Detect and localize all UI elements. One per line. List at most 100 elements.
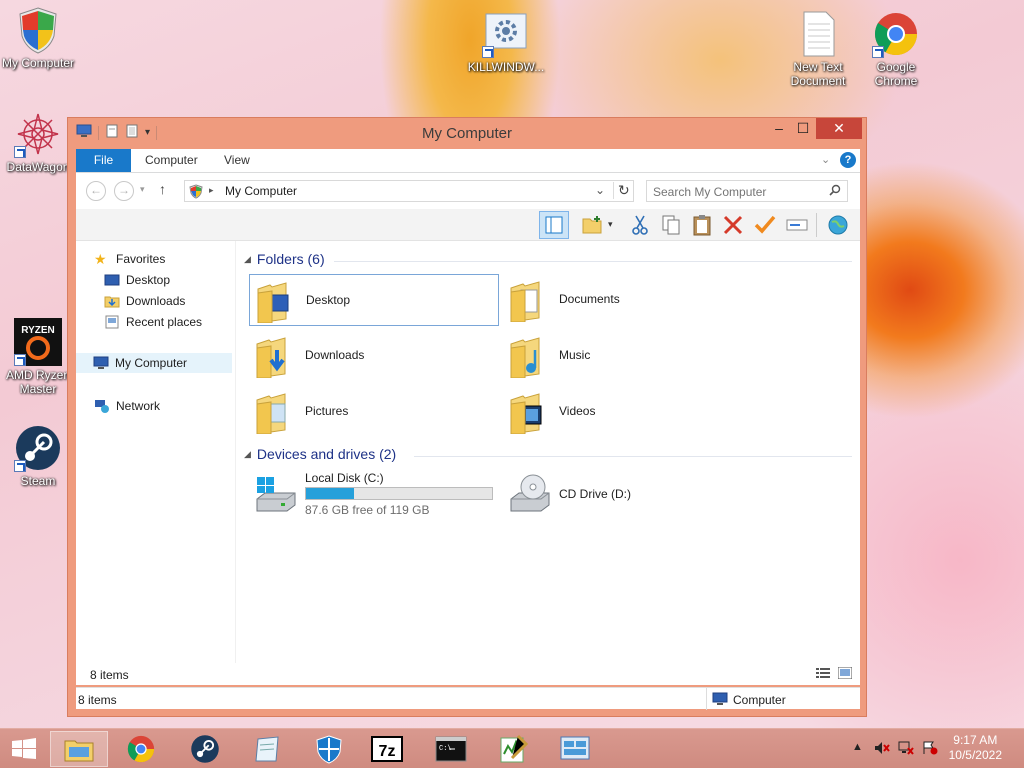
help-icon[interactable]: ? bbox=[840, 152, 856, 168]
group-header-folders[interactable]: ◢ Folders (6) bbox=[244, 251, 325, 267]
folder-label: Music bbox=[559, 348, 591, 362]
downloads-icon bbox=[104, 294, 120, 308]
steam-icon bbox=[14, 424, 62, 472]
group-header-devices[interactable]: ◢ Devices and drives (2) bbox=[244, 446, 396, 462]
nav-label: Desktop bbox=[126, 273, 171, 287]
folder-tile-documents[interactable]: Documents bbox=[503, 274, 753, 326]
taskbar-command-prompt[interactable]: C:\ bbox=[422, 731, 480, 767]
group-header-label: Devices and drives (2) bbox=[256, 446, 397, 462]
recent-locations-icon[interactable]: ▾ bbox=[140, 184, 145, 195]
shortcut-arrow-icon bbox=[14, 354, 26, 366]
delete-icon[interactable] bbox=[721, 214, 745, 236]
chrome-icon bbox=[127, 735, 155, 763]
defender-shield-icon bbox=[316, 735, 342, 764]
tab-computer[interactable]: Computer bbox=[132, 149, 211, 172]
notepad-plus-plus-icon bbox=[500, 734, 528, 763]
new-folder-icon[interactable] bbox=[581, 214, 605, 236]
details-view-icon[interactable] bbox=[816, 667, 830, 682]
rename-icon[interactable] bbox=[785, 214, 809, 236]
up-button[interactable]: ↑ bbox=[159, 181, 166, 197]
search-input[interactable] bbox=[653, 182, 823, 201]
new-folder-dropdown-icon[interactable]: ▾ bbox=[608, 219, 613, 230]
close-button[interactable]: ✕ bbox=[816, 118, 862, 139]
gear-window-icon bbox=[482, 10, 530, 58]
taskbar-chrome[interactable] bbox=[112, 731, 170, 767]
pictures-folder-icon bbox=[256, 393, 286, 434]
taskbar-notepad[interactable] bbox=[238, 731, 296, 767]
show-hidden-icons-icon[interactable]: ▲ bbox=[852, 741, 863, 753]
navigation-pane: ★ Favorites Desktop Downloads Recent pla… bbox=[76, 241, 236, 685]
status-zone: Computer bbox=[733, 693, 786, 707]
drive-tile-cd-drive-d[interactable]: CD Drive (D:) bbox=[503, 469, 753, 521]
desktop-icon-killwindows[interactable]: KILLWINDW... bbox=[466, 10, 546, 74]
volume-muted-icon[interactable] bbox=[874, 741, 890, 758]
copy-icon[interactable] bbox=[659, 214, 683, 236]
maximize-button[interactable]: ☐ bbox=[786, 118, 820, 139]
folder-tile-downloads[interactable]: Downloads bbox=[249, 330, 499, 382]
shortcut-arrow-icon bbox=[872, 46, 884, 58]
collapse-icon[interactable]: ◢ bbox=[244, 254, 251, 265]
desktop-icon-new-text-document[interactable]: New Text Document bbox=[778, 10, 858, 88]
checkmark-icon[interactable] bbox=[753, 214, 777, 236]
desktop-icon-my-computer[interactable]: My Computer bbox=[0, 6, 78, 70]
search-box[interactable] bbox=[646, 180, 848, 202]
preview-pane-button[interactable] bbox=[539, 211, 569, 239]
desktop-icon-label: New Text Document bbox=[790, 60, 846, 88]
drive-usage-fill bbox=[306, 488, 355, 499]
taskbar-file-explorer[interactable] bbox=[50, 731, 108, 767]
taskbar-7zip[interactable]: 7z bbox=[358, 731, 416, 767]
taskbar-windows-defender[interactable] bbox=[300, 731, 358, 767]
action-center-flag-icon[interactable] bbox=[922, 741, 938, 758]
collapse-icon[interactable]: ◢ bbox=[244, 449, 251, 460]
title-bar[interactable]: ▾ My Computer ‒ ☐ ✕ bbox=[68, 118, 866, 148]
divider bbox=[816, 213, 817, 237]
drive-free-space: 87.6 GB free of 119 GB bbox=[305, 503, 430, 517]
large-icons-view-icon[interactable] bbox=[837, 666, 853, 682]
address-bar[interactable]: ▸ My Computer ⌄ ↻ bbox=[184, 180, 634, 202]
nav-desktop[interactable]: Desktop bbox=[104, 270, 170, 290]
documents-folder-icon bbox=[510, 281, 540, 322]
address-row: ← → ▾ ↑ ▸ My Computer ⌄ ↻ bbox=[76, 173, 860, 209]
paste-icon[interactable] bbox=[690, 214, 714, 236]
folder-tile-pictures[interactable]: Pictures bbox=[249, 386, 499, 438]
expand-ribbon-icon[interactable]: ⌄ bbox=[821, 153, 830, 166]
taskbar-notepad-plus-plus[interactable] bbox=[484, 731, 542, 767]
desktop-icon bbox=[104, 273, 120, 287]
nav-recent-places[interactable]: Recent places bbox=[104, 312, 202, 332]
breadcrumb-chevron-icon[interactable]: ▸ bbox=[209, 185, 214, 196]
status-bar: 8 items Computer bbox=[76, 687, 860, 710]
folder-tile-music[interactable]: Music bbox=[503, 330, 753, 382]
nav-network[interactable]: Network bbox=[94, 396, 160, 416]
computer-icon bbox=[712, 692, 728, 709]
cut-icon[interactable] bbox=[628, 214, 652, 236]
forward-button[interactable]: → bbox=[114, 181, 134, 201]
nav-favorites[interactable]: ★ Favorites bbox=[94, 249, 165, 269]
file-explorer-icon bbox=[64, 740, 94, 762]
taskbar-control-panel[interactable] bbox=[546, 731, 604, 767]
folder-tile-videos[interactable]: Videos bbox=[503, 386, 753, 438]
desktop-icon-label: My Computer bbox=[1, 56, 75, 70]
search-icon[interactable] bbox=[829, 184, 841, 199]
address-dropdown-icon[interactable]: ⌄ bbox=[595, 183, 605, 197]
nav-downloads[interactable]: Downloads bbox=[104, 291, 185, 311]
folder-tile-desktop[interactable]: Desktop bbox=[249, 274, 499, 326]
folder-label: Pictures bbox=[305, 404, 349, 418]
network-status-icon[interactable] bbox=[898, 741, 914, 758]
nav-my-computer[interactable]: My Computer bbox=[76, 353, 232, 373]
globe-icon[interactable] bbox=[826, 214, 850, 236]
drive-tile-local-disk-c[interactable]: Local Disk (C:) 87.6 GB free of 119 GB bbox=[249, 469, 499, 521]
start-button[interactable] bbox=[0, 731, 48, 767]
desktop-icon-google-chrome[interactable]: Google Chrome bbox=[856, 10, 936, 88]
taskbar-steam[interactable] bbox=[176, 731, 234, 767]
system-clock[interactable]: 9:17 AM 10/5/2022 bbox=[949, 733, 1002, 763]
datawagon-icon bbox=[14, 110, 62, 158]
notepad-icon bbox=[255, 736, 279, 762]
shield-icon bbox=[189, 184, 203, 202]
folder-label: Videos bbox=[559, 404, 596, 418]
chrome-icon bbox=[872, 10, 920, 58]
tab-view[interactable]: View bbox=[211, 149, 263, 172]
nav-label: Downloads bbox=[126, 294, 186, 308]
refresh-icon[interactable]: ↻ bbox=[613, 182, 630, 199]
tab-file[interactable]: File bbox=[76, 149, 131, 172]
back-button[interactable]: ← bbox=[86, 181, 106, 201]
